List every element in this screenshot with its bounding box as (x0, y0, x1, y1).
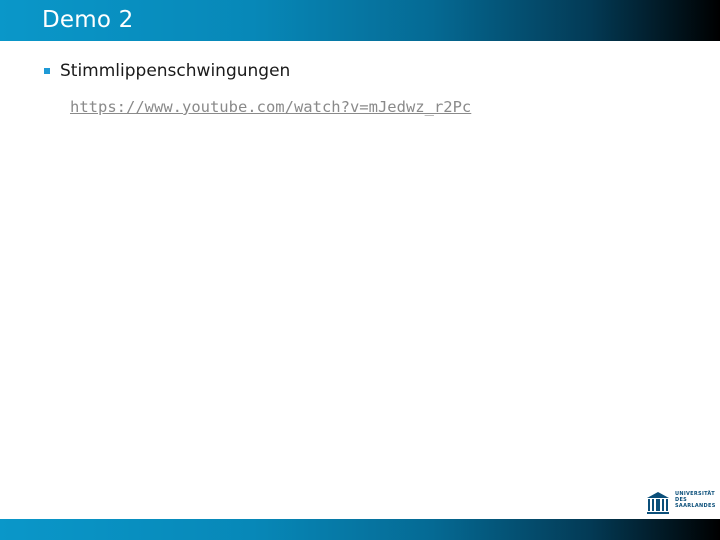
footer-bar (0, 519, 720, 540)
bullet-square-icon (44, 68, 50, 74)
logo-line: SAARLANDES (675, 503, 716, 509)
bullet-item: Stimmlippenschwingungen (60, 61, 291, 81)
logo-wordmark: UNIVERSITÄT DES SAARLANDES (675, 491, 716, 509)
slide-content: Stimmlippenschwingungen https://www.yout… (0, 0, 720, 540)
youtube-link[interactable]: https://www.youtube.com/watch?v=mJedwz_r… (70, 97, 471, 117)
university-seal-icon (645, 490, 671, 516)
university-logo: UNIVERSITÄT DES SAARLANDES (643, 488, 720, 518)
